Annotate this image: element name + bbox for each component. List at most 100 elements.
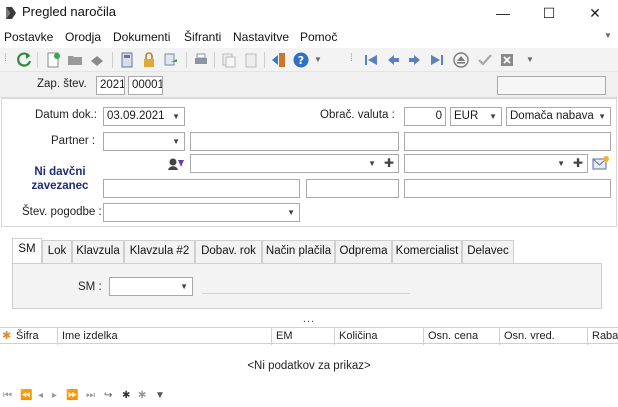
paste-icon[interactable] [242, 51, 260, 69]
nav-next-page-icon[interactable]: ⏩ [66, 390, 78, 401]
refresh-icon[interactable] [15, 51, 33, 69]
open-folder-icon[interactable] [66, 51, 84, 69]
tab-nacin-placila[interactable]: Način plačila [262, 240, 335, 263]
dropdown-arrow-icon: ▼ [557, 159, 565, 168]
nav-filter-icon[interactable]: ▼ [155, 390, 165, 401]
confirm-icon[interactable] [476, 51, 494, 69]
window-title: Pregled naročila [22, 4, 116, 19]
cancel-dropdown-icon[interactable]: ▼ [526, 55, 534, 64]
splitter-handle[interactable]: ... [0, 313, 618, 325]
partner-select[interactable]: ▼ [103, 132, 185, 151]
grip-icon-2: ⁞ [350, 53, 353, 64]
menu-overflow-icon[interactable]: ▼ [604, 31, 612, 40]
tab-komercialist[interactable]: Komercialist [392, 240, 462, 263]
status-field [497, 76, 606, 95]
grid-navigator: ⏮ ⏪ ◂ ▸ ⏩ ⏭ ↪ ✱ ✱ ▼ [0, 390, 180, 406]
menu-bar: Postavke Orodja Dokumenti Šifranti Nasta… [0, 27, 618, 47]
copy-icon[interactable] [220, 51, 238, 69]
nav-next-icon[interactable]: ▸ [52, 390, 57, 401]
dropdown-arrow-icon: ▼ [180, 282, 188, 291]
minimize-button[interactable]: — [480, 2, 526, 24]
valuta-label: Obrač. valuta : [320, 109, 395, 121]
tax-field-2[interactable] [306, 179, 399, 198]
nav-prev-icon[interactable]: ◂ [38, 390, 43, 401]
menu-postavke[interactable]: Postavke [4, 30, 53, 44]
column-sifra[interactable]: Šifra [12, 328, 58, 345]
send-email-icon[interactable] [592, 155, 610, 171]
pogodbe-label: Štev. pogodbe : [22, 206, 102, 218]
tab-sm[interactable]: SM [12, 238, 42, 263]
eject-icon[interactable] [452, 51, 470, 69]
add-contact-icon[interactable]: ✚ [573, 155, 583, 172]
partner-label: Partner : [51, 135, 96, 147]
menu-orodja[interactable]: Orodja [65, 30, 101, 44]
calculator-icon[interactable] [118, 51, 136, 69]
dropdown-arrow-icon: ▼ [598, 112, 606, 121]
tab-odprema[interactable]: Odprema [335, 240, 392, 263]
number-field[interactable]: 00001 [128, 76, 163, 95]
exit-icon[interactable] [270, 51, 288, 69]
help-dropdown-icon[interactable]: ▼ [314, 55, 322, 64]
datum-label: Datum dok.: [35, 109, 97, 121]
next-record-icon[interactable] [406, 51, 424, 69]
column-em[interactable]: EM [272, 328, 335, 345]
grip-icon: ⁞ [4, 53, 7, 64]
pogodbe-select[interactable]: ▼ [103, 203, 300, 222]
column-raba[interactable]: Raba [588, 328, 618, 345]
tab-lok[interactable]: Lok [42, 240, 72, 263]
maximize-button[interactable]: ☐ [526, 2, 572, 24]
menu-dokumenti[interactable]: Dokumenti [113, 30, 170, 44]
tab-dobav-rok[interactable]: Dobav. rok [195, 240, 262, 263]
transfer-icon[interactable] [162, 51, 180, 69]
address-select[interactable]: ▼ ✚ [190, 154, 399, 173]
title-bar: Pregled naročila — ☐ ✕ [0, 0, 618, 26]
year-field[interactable]: 2021 [96, 76, 125, 95]
cancel-icon[interactable] [498, 51, 516, 69]
tax-field-3[interactable] [404, 179, 611, 198]
nav-edit-icon[interactable]: ✱ [138, 390, 146, 401]
new-document-icon[interactable] [44, 51, 62, 69]
davcni-zavezanec-label: Ni davčni zavezanec [31, 166, 89, 192]
partner-extra-field[interactable] [404, 132, 611, 151]
menu-pomoc[interactable]: Pomoč [300, 30, 337, 44]
new-row-icon[interactable]: ✱ [2, 329, 11, 342]
toolbar: ⁞ ? ▼ ⁞ ▼ [0, 48, 618, 72]
close-button[interactable]: ✕ [572, 2, 618, 24]
partner-lookup-icon[interactable] [167, 156, 185, 172]
valuta-amount-field[interactable]: 0 [404, 107, 446, 126]
contact-select[interactable]: ▼ ✚ [404, 154, 588, 173]
dropdown-arrow-icon: ▼ [287, 208, 295, 217]
tab-klavzula-2[interactable]: Klavzula #2 [124, 240, 195, 263]
nabava-type-select[interactable]: Domača nabava ▼ [506, 107, 611, 126]
nav-insert-icon[interactable]: ✱ [122, 390, 130, 401]
menu-nastavitve[interactable]: Nastavitve [233, 30, 289, 44]
tab-klavzula[interactable]: Klavzula [72, 240, 124, 263]
menu-sifranti[interactable]: Šifranti [184, 30, 221, 44]
previous-record-icon[interactable] [384, 51, 402, 69]
nav-last-icon[interactable]: ⏭ [86, 390, 95, 401]
datum-value: 03.09.2021 [107, 110, 165, 122]
grid-header: ✱ Šifra Ime izdelka EM Količina Osn. cen… [0, 327, 618, 345]
tax-field-1[interactable] [103, 179, 300, 198]
last-record-icon[interactable] [428, 51, 446, 69]
nav-first-icon[interactable]: ⏮ [3, 390, 12, 401]
column-kolicina[interactable]: Količina [335, 328, 424, 345]
column-osn-vred[interactable]: Osn. vred. [500, 328, 588, 345]
print-icon[interactable] [192, 51, 210, 69]
currency-value: EUR [454, 110, 479, 122]
help-icon[interactable]: ? [292, 51, 310, 69]
column-osn-cena[interactable]: Osn. cena [424, 328, 500, 345]
sm-select[interactable]: ▼ [109, 277, 193, 296]
first-record-icon[interactable] [362, 51, 380, 69]
column-ime-izdelka[interactable]: Ime izdelka [58, 328, 272, 345]
nav-refresh-icon[interactable]: ↪ [104, 390, 112, 401]
datum-field[interactable]: 03.09.2021 ▼ [103, 107, 185, 126]
nav-prev-page-icon[interactable]: ⏪ [20, 390, 32, 401]
tab-delavec[interactable]: Delavec [462, 240, 514, 263]
sm-label: SM : [78, 281, 102, 293]
add-address-icon[interactable]: ✚ [384, 155, 394, 172]
valuta-currency-select[interactable]: EUR ▼ [450, 107, 502, 126]
lock-icon[interactable] [140, 51, 158, 69]
partner-name-field[interactable] [190, 132, 399, 151]
save-icon[interactable] [88, 51, 106, 69]
